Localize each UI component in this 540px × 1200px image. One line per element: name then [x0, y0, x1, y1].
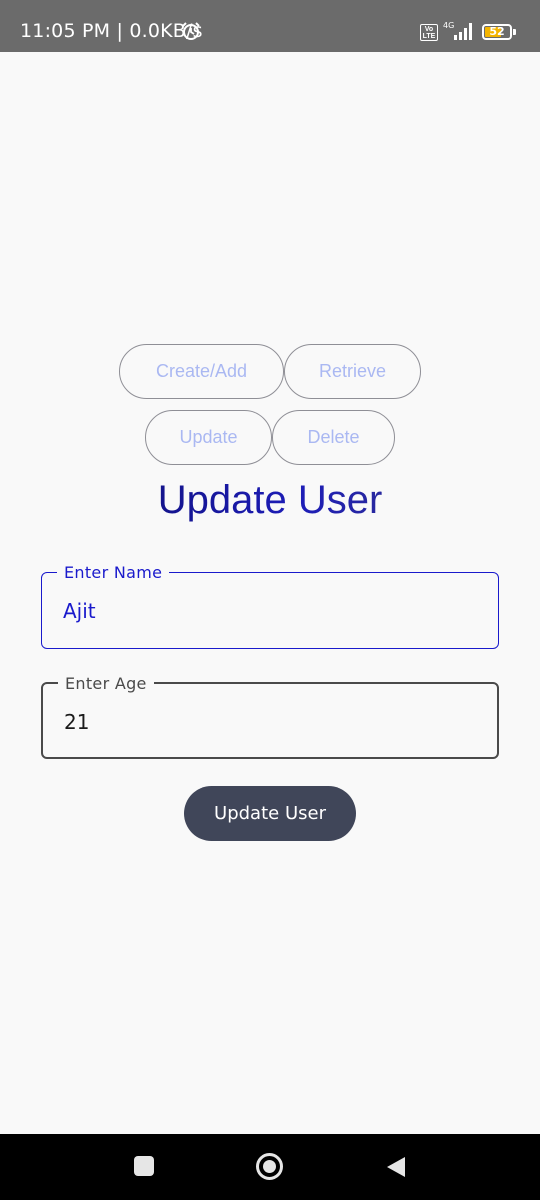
recents-icon[interactable] [134, 1156, 154, 1176]
system-nav-bar [0, 1134, 540, 1200]
age-field[interactable]: Enter Age [41, 674, 499, 759]
network-type: 4G [443, 21, 454, 30]
page-title: Update User [0, 478, 540, 523]
battery-tip [513, 29, 516, 35]
volte-icon: Vo LTE [420, 24, 438, 41]
battery-level: 52 [489, 25, 505, 38]
battery-icon: 52 [482, 24, 512, 40]
age-input[interactable] [64, 710, 464, 734]
home-icon-dot [263, 1160, 276, 1173]
age-field-label: Enter Age [58, 674, 154, 693]
name-input[interactable] [63, 599, 463, 623]
status-bar: 11:05 PM | 0.0KB/s Vo LTE 4G 52 [0, 0, 540, 52]
alarm-icon [182, 22, 200, 40]
name-field-label: Enter Name [57, 563, 170, 582]
create-add-button[interactable]: Create/Add [119, 344, 284, 399]
home-icon[interactable] [256, 1153, 283, 1180]
retrieve-button[interactable]: Retrieve [284, 344, 421, 399]
update-user-button[interactable]: Update User [184, 786, 356, 841]
signal-icon: 4G [443, 21, 472, 40]
delete-button[interactable]: Delete [272, 410, 395, 465]
name-field[interactable]: Enter Name [41, 563, 499, 649]
update-button[interactable]: Update [145, 410, 272, 465]
status-time: 11:05 PM | 0.0KB/s [20, 20, 203, 42]
back-icon[interactable] [385, 1155, 407, 1179]
